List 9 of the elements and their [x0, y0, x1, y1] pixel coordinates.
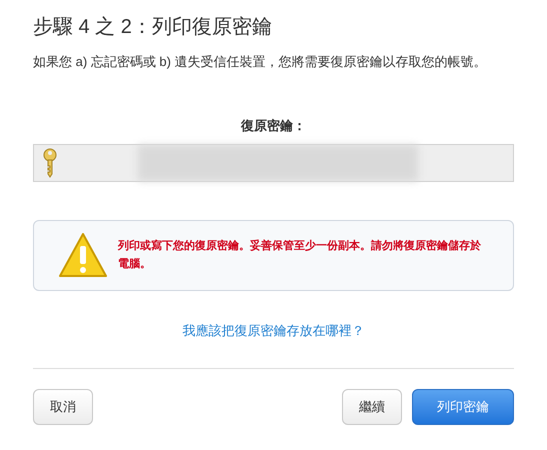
- key-icon: [42, 148, 58, 178]
- warning-text: 列印或寫下您的復原密鑰。妥善保管至少一份副本。請勿將復原密鑰儲存於電腦。: [118, 238, 482, 272]
- continue-button[interactable]: 繼續: [342, 389, 402, 425]
- description: 如果您 a) 忘記密碼或 b) 遺失受信任裝置，您將需要復原密鑰以存取您的帳號。: [33, 53, 488, 71]
- warning-icon: [58, 232, 108, 278]
- page-title: 步驟 4 之 2：列印復原密鑰: [33, 15, 273, 40]
- help-link[interactable]: 我應該把復原密鑰存放在哪裡？: [182, 320, 364, 340]
- field-label: 復原密鑰：: [241, 117, 306, 135]
- cancel-button[interactable]: 取消: [33, 389, 93, 425]
